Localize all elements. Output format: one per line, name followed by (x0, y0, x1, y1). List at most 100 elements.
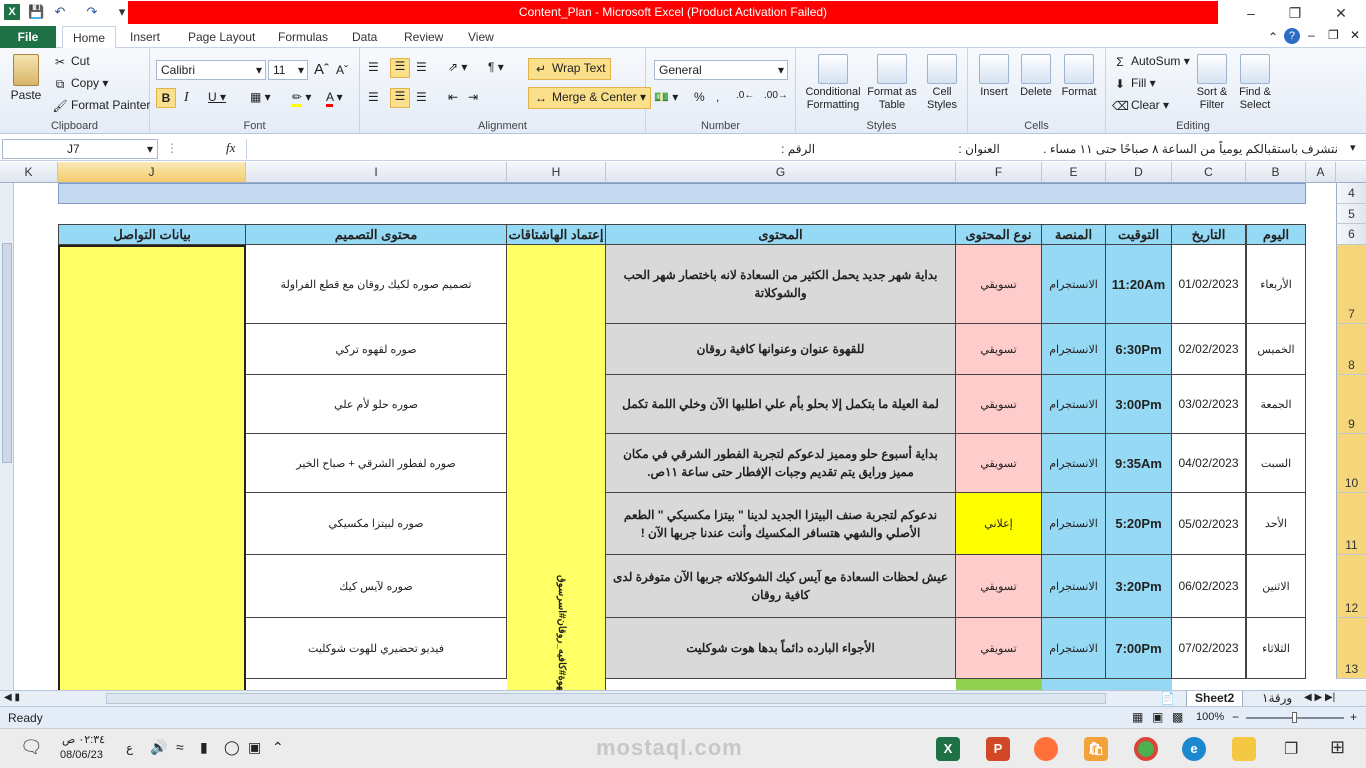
firefox-taskbar-icon[interactable] (1034, 737, 1058, 761)
language-indicator[interactable]: ع (126, 741, 133, 755)
day-cell[interactable]: الثلاثاء (1246, 618, 1306, 679)
time-cell[interactable]: 3:00Pm (1106, 375, 1172, 434)
name-box[interactable]: J7 ▾ (2, 139, 158, 159)
increase-decimal-icon[interactable]: .0← (736, 90, 754, 101)
font-name-select[interactable]: Calibri ▾ (156, 60, 266, 80)
day-cell[interactable]: الأحد (1246, 493, 1306, 555)
format-as-table-button[interactable]: Format as Table (866, 54, 918, 112)
content-type-cell[interactable]: إعلاني (956, 493, 1042, 555)
content-type-cell[interactable]: تسويقي (956, 434, 1042, 493)
view-normal-icon[interactable]: ▦ (1132, 710, 1143, 724)
workbook-close-icon[interactable]: ✕ (1350, 28, 1360, 42)
minimize-button[interactable]: – (1236, 3, 1266, 23)
hashtags-cell[interactable]: قهوة#كافيه_روقان#اسرسوق (507, 245, 606, 690)
content-cell[interactable]: بداية شهر جديد يحمل الكثير من السعادة لا… (606, 245, 956, 324)
volume-icon[interactable]: 🔊 (150, 739, 167, 756)
start-icon[interactable]: ⊞ (1330, 737, 1345, 758)
horizontal-scrollbar[interactable] (106, 693, 1106, 704)
save-icon[interactable]: 💾 (28, 4, 44, 20)
insert-cells-button[interactable]: Insert (974, 54, 1014, 98)
row-header-6[interactable]: 6 (1336, 224, 1366, 245)
platform-cell[interactable]: الانستجرام (1042, 555, 1106, 618)
conditional-formatting-button[interactable]: Conditional Formatting (800, 54, 866, 112)
increase-indent-icon[interactable]: ⇥ (468, 90, 478, 104)
row-header-5[interactable]: 5 (1336, 204, 1366, 224)
column-header-b[interactable]: B (1246, 162, 1306, 183)
scroll-left-icon[interactable]: ◀ ▮ (4, 692, 20, 703)
date-cell[interactable]: 03/02/2023 (1172, 375, 1246, 434)
header-contact[interactable]: بيانات التواصل (58, 224, 246, 245)
design-cell[interactable]: تصميم صوره لكيك روقان مع قطع الفراولة (246, 245, 507, 324)
powerpoint-taskbar-icon[interactable]: P (986, 737, 1010, 761)
zoom-slider-thumb[interactable] (1292, 712, 1297, 723)
platform-cell-next[interactable] (1042, 679, 1106, 690)
grow-font-icon[interactable]: Aˆ (314, 61, 329, 78)
row-header-10[interactable]: 10 (1336, 434, 1366, 493)
content-type-cell[interactable]: تسويقي (956, 245, 1042, 324)
copy-button[interactable]: ⧉ Copy ▾ (52, 76, 109, 92)
sheet-tab-sheet2[interactable]: Sheet2 (1186, 691, 1244, 707)
design-cell[interactable]: صوره حلو لأم علي (246, 375, 507, 434)
delete-cells-button[interactable]: Delete (1016, 54, 1056, 98)
row-header-11[interactable]: 11 (1336, 493, 1366, 555)
zoom-level[interactable]: 100% (1196, 711, 1224, 723)
day-cell[interactable]: الاثنين (1246, 555, 1306, 618)
platform-cell[interactable]: الانستجرام (1042, 324, 1106, 375)
row-header-8[interactable]: 8 (1336, 324, 1366, 375)
content-cell[interactable]: عيش لحظات السعادة مع آيس كيك الشوكلاته ج… (606, 555, 956, 618)
notifications-icon[interactable]: 🗨 (20, 737, 43, 758)
design-cell[interactable]: فيديو تحضيري للهوت شوكليت (246, 618, 507, 679)
day-cell[interactable]: السبت (1246, 434, 1306, 493)
bold-button[interactable]: B (156, 88, 176, 108)
time-cell[interactable]: 7:00Pm (1106, 618, 1172, 679)
column-header-k[interactable]: K (0, 162, 58, 183)
content-cell[interactable]: ندعوكم لتجربة صنف البيتزا الجديد لدينا "… (606, 493, 956, 555)
content-cell[interactable]: لمة العيلة ما بتكمل إلا بحلو بأم علي اطل… (606, 375, 956, 434)
italic-button[interactable]: I (184, 90, 189, 106)
text-direction-icon[interactable]: ¶ ▾ (488, 60, 504, 74)
store-taskbar-icon[interactable]: 🛍 (1084, 737, 1108, 761)
clear-button[interactable]: ⌫ Clear ▾ (1112, 98, 1169, 114)
expand-formula-icon[interactable]: ▾ (1350, 141, 1356, 154)
align-right-icon[interactable]: ☰ (416, 90, 427, 104)
column-header-c[interactable]: C (1172, 162, 1246, 183)
design-cell[interactable]: صوره لبيتزا مكسيكي (246, 493, 507, 555)
design-cell[interactable]: صوره لآيس كيك (246, 555, 507, 618)
view-page-break-icon[interactable]: ▩ (1172, 710, 1183, 724)
day-cell[interactable]: الجمعة (1246, 375, 1306, 434)
merge-center-button[interactable]: ↔ Merge & Center ▾ (528, 87, 652, 109)
day-cell[interactable]: الأربعاء (1246, 245, 1306, 324)
restore-button[interactable]: ❐ (1280, 3, 1310, 23)
header-date[interactable]: التاريخ (1172, 224, 1246, 245)
tab-file[interactable]: File (0, 26, 56, 48)
contact-cell-selected[interactable] (58, 245, 246, 690)
excel-taskbar-icon[interactable]: X (936, 737, 960, 761)
row-header-13[interactable]: 13 (1336, 618, 1366, 679)
sheet-tab-sheet1[interactable]: ورقة١ (1254, 691, 1300, 707)
align-middle-icon[interactable]: ☰ (390, 58, 410, 78)
sort-filter-button[interactable]: Sort & Filter (1194, 54, 1230, 112)
find-select-button[interactable]: Find & Select (1236, 54, 1274, 112)
number-format-select[interactable]: General ▾ (654, 60, 788, 80)
comma-icon[interactable]: , (716, 90, 719, 104)
tab-insert[interactable]: Insert (122, 26, 168, 48)
time-cell[interactable]: 5:20Pm (1106, 493, 1172, 555)
format-painter-button[interactable]: 🖌 Format Painter (52, 98, 150, 114)
minimize-ribbon-icon[interactable]: ⌃ (1268, 30, 1278, 44)
device-icon[interactable]: ▣ (248, 739, 261, 756)
tab-view[interactable]: View (460, 26, 502, 48)
underline-button[interactable]: U ▾ (208, 90, 226, 104)
column-header-d[interactable]: D (1106, 162, 1172, 183)
column-header-j[interactable]: J (58, 162, 246, 183)
sheet-nav-icons[interactable]: ◀ ▶ ▶| (1304, 692, 1335, 703)
row-header-7[interactable]: 7 (1336, 245, 1366, 324)
tab-home[interactable]: Home (62, 26, 116, 49)
fill-color-icon[interactable]: ✏ ▾ (292, 90, 311, 107)
tab-data[interactable]: Data (344, 26, 385, 48)
row-header-12[interactable]: 12 (1336, 555, 1366, 618)
workbook-minimize-icon[interactable]: – (1308, 28, 1315, 42)
view-page-layout-icon[interactable]: ▣ (1152, 710, 1163, 724)
column-header-a[interactable]: A (1306, 162, 1336, 183)
column-header-h[interactable]: H (507, 162, 606, 183)
show-hidden-icons[interactable]: ⌃ (272, 739, 284, 756)
